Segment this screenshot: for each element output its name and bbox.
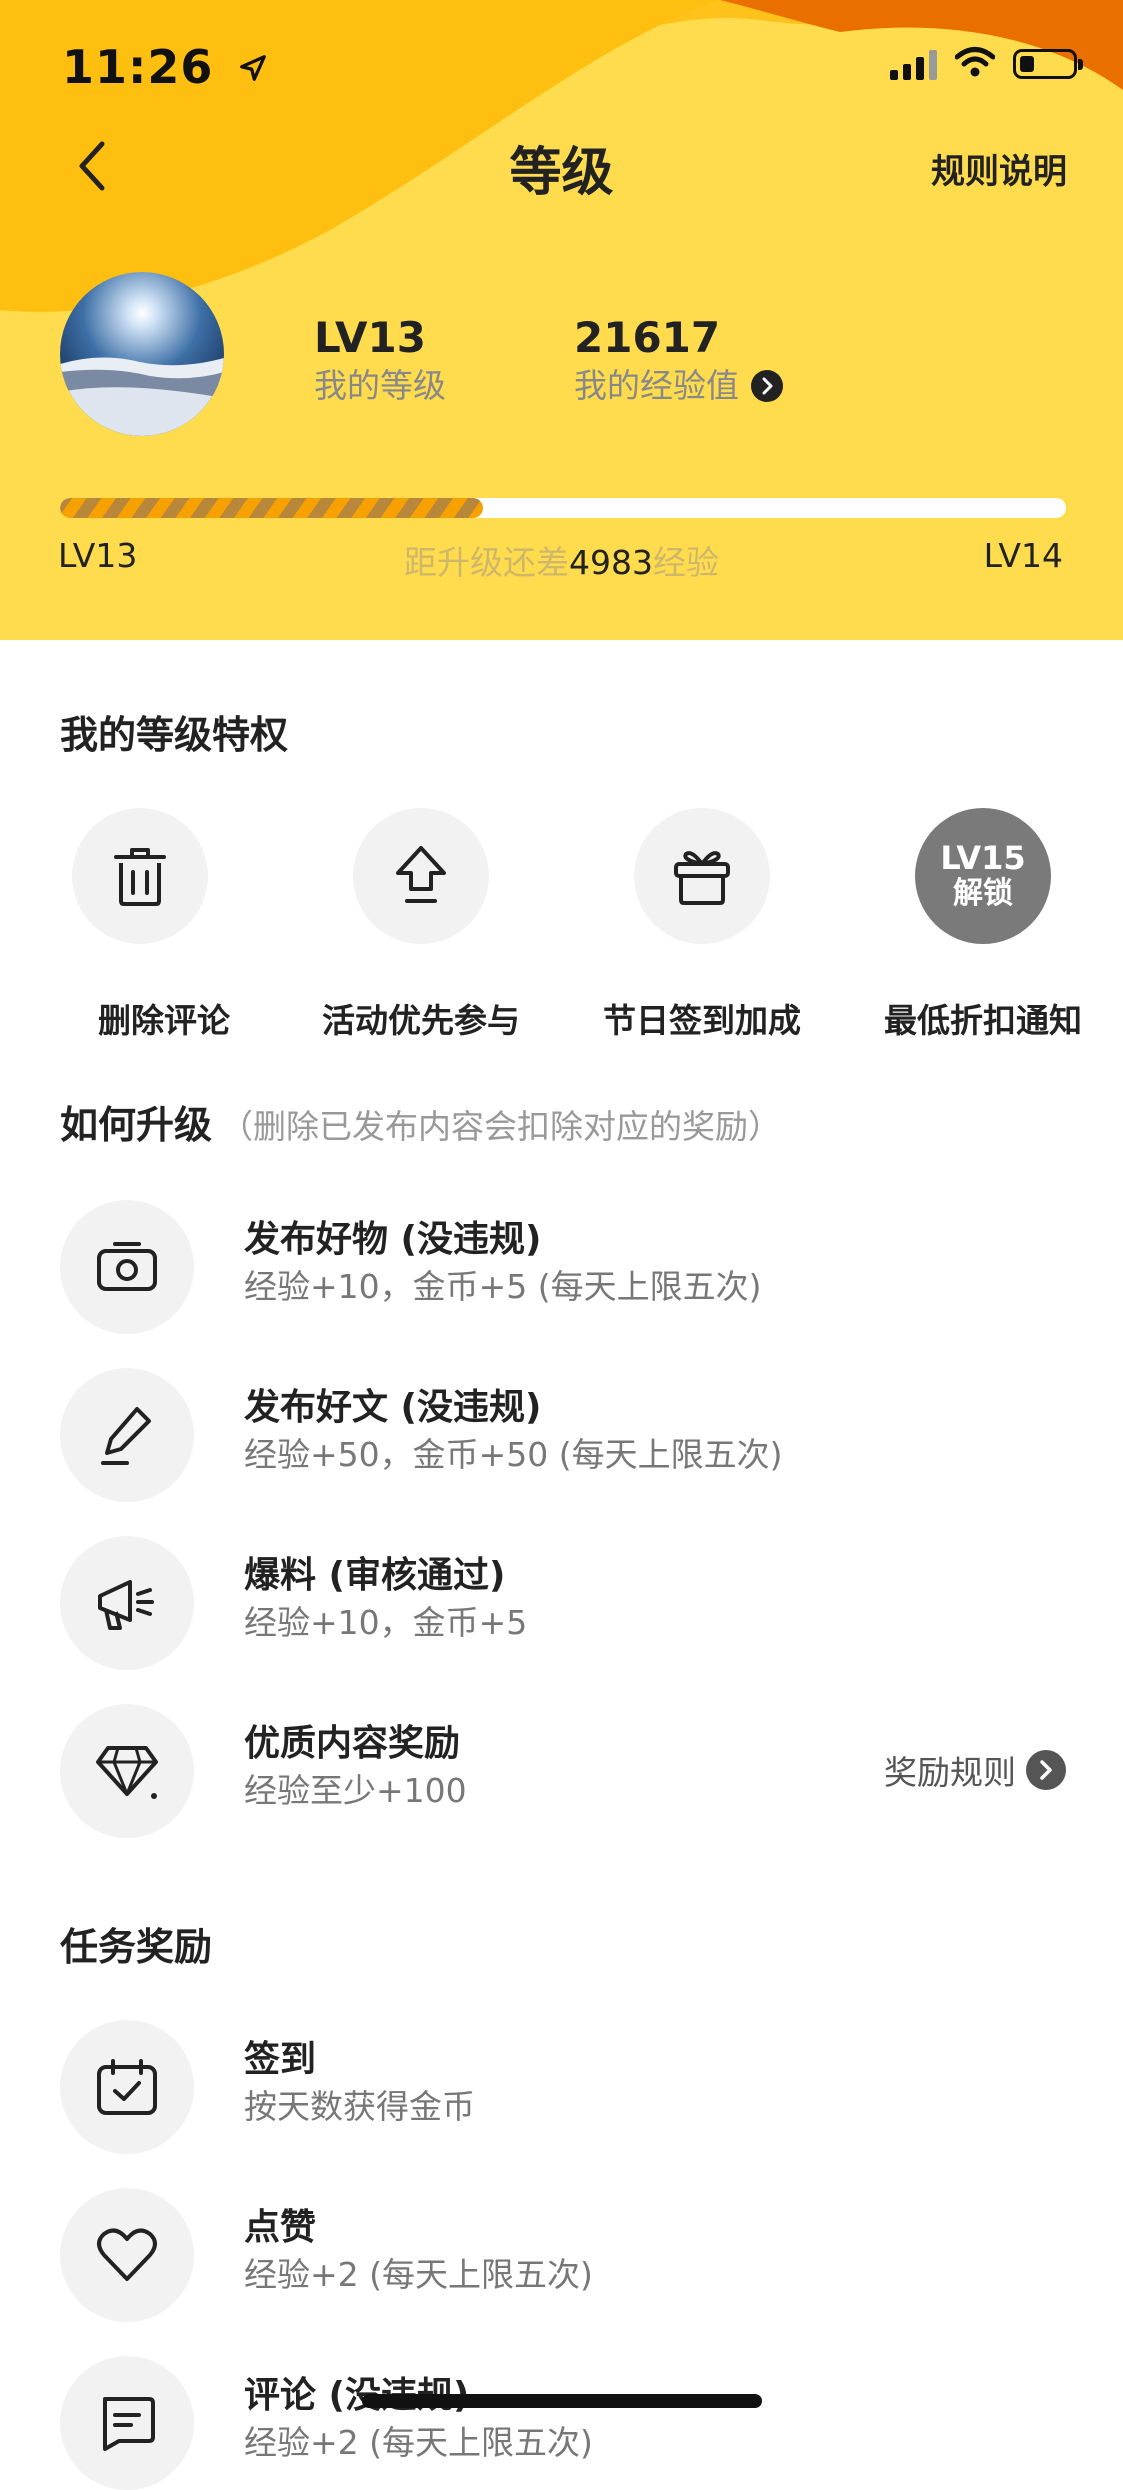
- gap-value: 4983: [569, 543, 653, 582]
- reward-rules-link[interactable]: 奖励规则: [884, 1746, 1066, 1794]
- privilege-circle[interactable]: [353, 808, 489, 944]
- upgrade-title: 如何升级 （删除已发布内容会扣除对应的奖励）: [60, 1094, 781, 1149]
- item-icon-circle: [60, 1536, 194, 1670]
- privilege-label: 节日签到加成: [603, 1001, 801, 1040]
- upgrade-item: 优质内容奖励 经验至少+100 奖励规则: [60, 1704, 1066, 1838]
- privilege-label: 最低折扣通知: [884, 1001, 1082, 1040]
- privilege-label: 活动优先参与: [322, 1001, 520, 1040]
- item-icon-circle: [60, 1368, 194, 1502]
- home-indicator: [362, 2394, 762, 2408]
- status-time-text: 11:26: [62, 40, 214, 94]
- unlock-text: 解锁: [953, 876, 1013, 911]
- privilege-circle[interactable]: [72, 808, 208, 944]
- status-indicators: [890, 46, 1083, 82]
- item-title: 发布好文 (没违规): [244, 1387, 542, 1428]
- task-item: 点赞 经验+2 (每天上限五次): [60, 2188, 1066, 2322]
- exp-value: 21617: [574, 313, 721, 362]
- upload-arrow-icon: [396, 846, 446, 903]
- privilege-circle[interactable]: [634, 808, 770, 944]
- rules-link[interactable]: 规则说明: [931, 144, 1067, 193]
- gap-prefix: 距升级还差: [404, 543, 569, 582]
- item-desc: 经验+2 (每天上限五次): [244, 2255, 593, 2294]
- location-arrow-icon: [238, 40, 268, 94]
- item-icon-circle: [60, 2020, 194, 2154]
- upgrade-item: 发布好文 (没违规) 经验+50，金币+50 (每天上限五次): [60, 1368, 1066, 1502]
- privilege-lowest-discount[interactable]: LV15 解锁 最低折扣通知: [884, 808, 1082, 1042]
- item-icon-circle: [60, 2188, 194, 2322]
- comment-icon: [103, 2397, 155, 2451]
- trash-icon: [114, 848, 166, 906]
- battery-icon: [1013, 49, 1083, 79]
- item-title: 签到: [244, 2039, 317, 2080]
- privilege-holiday-checkin[interactable]: 节日签到加成: [603, 808, 801, 1042]
- item-desc: 经验+10，金币+5: [244, 1603, 528, 1642]
- unlock-level: LV15: [940, 839, 1026, 877]
- my-exp-stat[interactable]: 21617 我的经验值: [574, 312, 783, 408]
- upgrade-title-text: 如何升级: [60, 1103, 213, 1147]
- diamond-icon: [96, 1746, 158, 1799]
- upgrade-gap-text: 距升级还差4983经验: [0, 536, 1123, 584]
- status-time: 11:26: [62, 40, 268, 94]
- privilege-label: 删除评论: [98, 1001, 230, 1040]
- item-title: 评论 (没违规): [244, 2375, 470, 2416]
- next-level-label: LV14: [983, 536, 1063, 575]
- item-desc: 经验+2 (每天上限五次): [244, 2423, 593, 2462]
- calendar-check-icon: [97, 2059, 157, 2115]
- item-icon-circle: [60, 1704, 194, 1838]
- item-icon-circle: [60, 1200, 194, 1334]
- pencil-icon: [101, 1407, 151, 1465]
- my-level-stat: LV13 我的等级: [314, 312, 446, 408]
- privileges-title: 我的等级特权: [60, 713, 289, 757]
- level-progress-bar: [60, 498, 1066, 518]
- gift-icon: [674, 851, 730, 905]
- item-icon-circle: [60, 2356, 194, 2490]
- level-progress-fill: [60, 498, 483, 518]
- reward-rules-text: 奖励规则: [884, 1753, 1016, 1792]
- level-header: 11:26 等级 规则说明 LV13 我的等级 21617 我的经验值 LV13…: [0, 0, 1123, 640]
- level-label: 我的等级: [314, 366, 446, 405]
- wifi-icon: [954, 46, 996, 82]
- item-title: 爆料 (审核通过): [244, 1555, 506, 1596]
- chevron-right-icon[interactable]: [1026, 1750, 1066, 1790]
- heart-icon: [97, 2228, 157, 2281]
- task-item: 签到 按天数获得金币: [60, 2020, 1066, 2154]
- upgrade-item: 爆料 (审核通过) 经验+10，金币+5: [60, 1536, 1066, 1670]
- item-title: 发布好物 (没违规): [244, 1219, 542, 1260]
- exp-label-row[interactable]: 我的经验值: [574, 364, 783, 408]
- exp-label: 我的经验值: [574, 366, 739, 405]
- item-title: 优质内容奖励: [244, 1723, 461, 1764]
- task-item: 评论 (没违规) 经验+2 (每天上限五次): [60, 2356, 1066, 2490]
- signal-icon: [890, 48, 937, 80]
- avatar[interactable]: [60, 272, 224, 436]
- upgrade-note: （删除已发布内容会扣除对应的奖励）: [220, 1107, 782, 1146]
- item-desc: 经验+50，金币+50 (每天上限五次): [244, 1435, 783, 1474]
- item-title: 点赞: [244, 2207, 317, 2248]
- tasks-title: 任务奖励: [60, 1925, 213, 1969]
- privilege-delete-comment[interactable]: 删除评论: [50, 808, 230, 1042]
- level-value: LV13: [314, 313, 426, 362]
- gap-suffix: 经验: [652, 543, 719, 582]
- privilege-locked-circle[interactable]: LV15 解锁: [915, 808, 1051, 944]
- upgrade-item: 发布好物 (没违规) 经验+10，金币+5 (每天上限五次): [60, 1200, 1066, 1334]
- megaphone-icon: [98, 1580, 154, 1630]
- item-desc: 经验至少+100: [244, 1771, 467, 1810]
- chevron-right-icon[interactable]: [751, 370, 783, 402]
- privilege-priority-activity[interactable]: 活动优先参与: [322, 808, 520, 1042]
- item-desc: 按天数获得金币: [244, 2087, 475, 2126]
- item-desc: 经验+10，金币+5 (每天上限五次): [244, 1267, 762, 1306]
- camera-icon: [97, 1242, 157, 1291]
